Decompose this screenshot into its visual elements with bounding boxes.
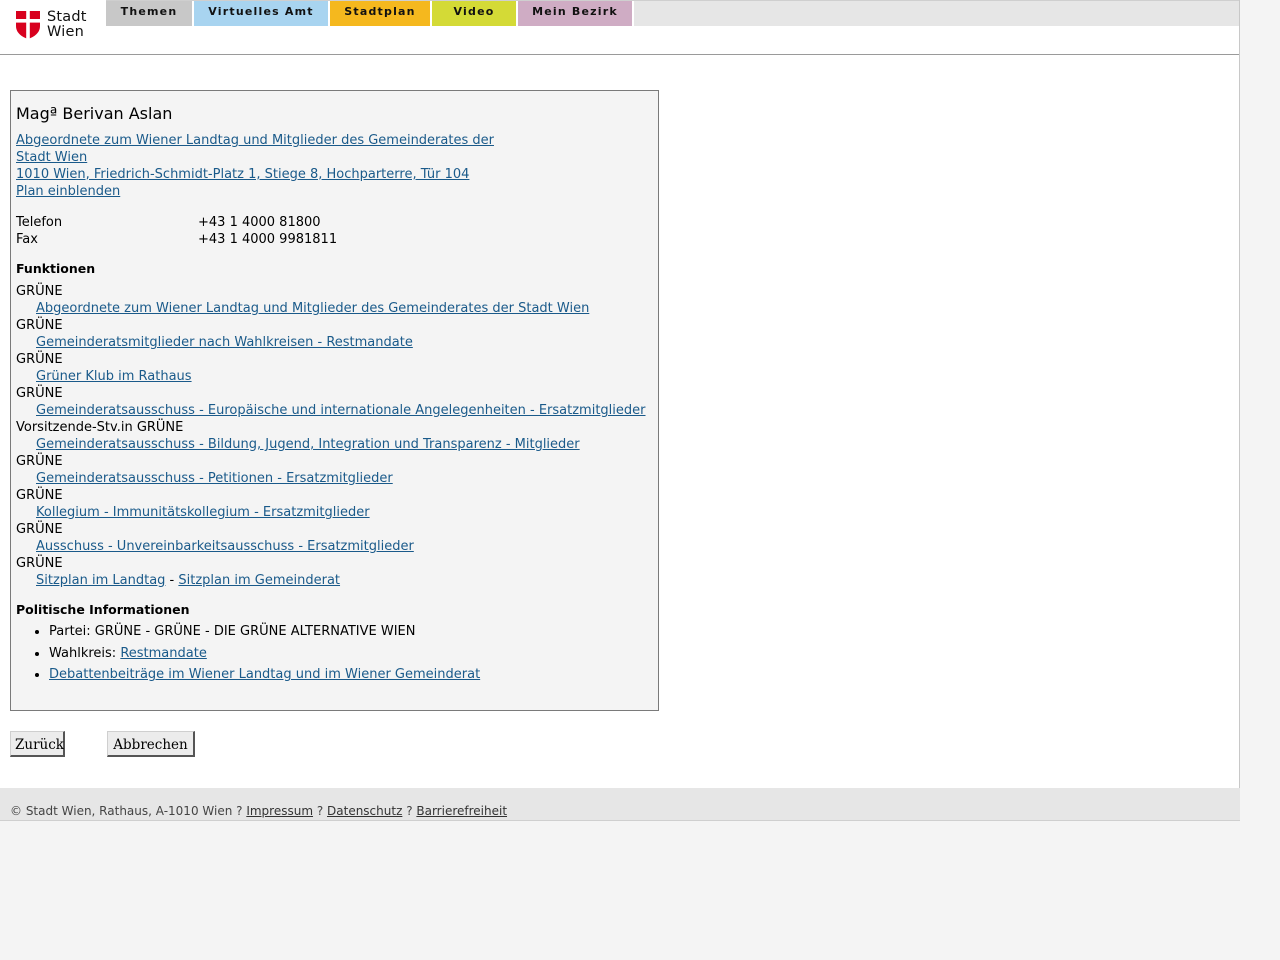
logo-wordmark: Stadt Wien [47, 10, 87, 40]
stadt-wien-logo[interactable]: Stadt Wien [16, 10, 92, 44]
footer-separator: ? [313, 804, 328, 818]
function-org-link[interactable]: Grüner Klub im Rathaus [36, 369, 192, 384]
organization-link-line-2[interactable]: Stadt Wien [16, 149, 516, 166]
nav-tab-stadtplan[interactable]: Stadtplan [330, 1, 432, 26]
site-header: Stadt Wien Themen Virtuelles Amt Stadtpl… [0, 0, 1239, 55]
phone-label: Telefon [16, 215, 63, 230]
person-detail-panel: Magª Berivan Aslan Abgeordnete zum Wiene… [10, 90, 659, 711]
person-name: Magª Berivan Aslan [16, 104, 173, 123]
function-org-link[interactable]: Gemeinderatsausschuss - Europäische und … [36, 403, 646, 418]
nav-tab-video[interactable]: Video [432, 1, 518, 26]
function-role: GRÜNE [16, 488, 63, 503]
debates-link[interactable]: Debattenbeiträge im Wiener Landtag und i… [49, 667, 480, 682]
page: Stadt Wien Themen Virtuelles Amt Stadtpl… [0, 0, 1240, 821]
footer-separator: ? [402, 804, 417, 818]
functions-list: GRÜNE Abgeordnete zum Wiener Landtag und… [16, 283, 656, 589]
function-org-link[interactable]: Gemeinderatsausschuss - Petitionen - Ers… [36, 471, 393, 486]
phone-row: Telefon +43 1 4000 81800 [16, 214, 337, 231]
function-role: GRÜNE [16, 522, 63, 537]
function-role: GRÜNE [16, 386, 63, 401]
district-item: Wahlkreis: Restmandate [49, 643, 480, 665]
function-org-link[interactable]: Gemeinderatsmitglieder nach Wahlkreisen … [36, 335, 413, 350]
footer-accessibility-link[interactable]: Barrierefreiheit [416, 804, 507, 818]
cancel-button[interactable]: Abbrechen [107, 731, 195, 757]
function-role: Vorsitzende-Stv.in GRÜNE [16, 420, 184, 435]
function-org-link[interactable]: Abgeordnete zum Wiener Landtag und Mitgl… [36, 301, 589, 316]
seating-separator: - [165, 573, 179, 588]
footer-imprint-link[interactable]: Impressum [246, 804, 313, 818]
seating-plan-landtag-link[interactable]: Sitzplan im Landtag [36, 573, 165, 588]
site-footer: © Stadt Wien, Rathaus, A-1010 Wien ? Imp… [0, 788, 1240, 821]
functions-heading: Funktionen [16, 261, 96, 276]
nav-tab-themen[interactable]: Themen [106, 1, 194, 26]
back-button[interactable]: Zurück [10, 731, 65, 757]
function-role: GRÜNE [16, 284, 63, 299]
seating-plan-gemeinderat-link[interactable]: Sitzplan im Gemeinderat [178, 573, 340, 588]
logo-line-1: Stadt [47, 9, 87, 25]
function-role: GRÜNE [16, 352, 63, 367]
politics-list: Partei: GRÜNE - GRÜNE - DIE GRÜNE ALTERN… [16, 621, 480, 686]
politics-heading: Politische Informationen [16, 602, 190, 617]
fax-row: Fax +43 1 4000 9981811 [16, 231, 337, 248]
function-org-link[interactable]: Kollegium - Immunitätskollegium - Ersatz… [36, 505, 370, 520]
function-org-link[interactable]: Ausschuss - Unvereinbarkeitsausschuss - … [36, 539, 414, 554]
contact-block: Telefon +43 1 4000 81800 Fax +43 1 4000 … [16, 214, 337, 248]
function-role: GRÜNE [16, 454, 63, 469]
main-navigation: Themen Virtuelles Amt Stadtplan Video Me… [106, 1, 634, 26]
phone-value: +43 1 4000 81800 [198, 215, 321, 230]
show-map-link[interactable]: Plan einblenden [16, 183, 516, 200]
district-link[interactable]: Restmandate [120, 646, 207, 661]
function-org-link[interactable]: Gemeinderatsausschuss - Bildung, Jugend,… [36, 437, 580, 452]
debates-item: Debattenbeiträge im Wiener Landtag und i… [49, 664, 480, 686]
footer-privacy-link[interactable]: Datenschutz [327, 804, 402, 818]
district-label: Wahlkreis: [49, 645, 121, 661]
function-role: GRÜNE [16, 556, 63, 571]
fax-value: +43 1 4000 9981811 [198, 232, 338, 247]
party-item: Partei: GRÜNE - GRÜNE - DIE GRÜNE ALTERN… [49, 621, 480, 643]
address-link[interactable]: 1010 Wien, Friedrich-Schmidt-Platz 1, St… [16, 166, 516, 183]
nav-tab-virtuelles-amt[interactable]: Virtuelles Amt [194, 1, 330, 26]
footer-copyright: © Stadt Wien, Rathaus, A-1010 Wien ? [10, 804, 247, 818]
address-block: Abgeordnete zum Wiener Landtag und Mitgl… [16, 132, 516, 200]
organization-link-line-1[interactable]: Abgeordnete zum Wiener Landtag und Mitgl… [16, 132, 516, 149]
fax-label: Fax [16, 232, 38, 247]
vienna-shield-icon [16, 11, 40, 39]
nav-tab-mein-bezirk[interactable]: Mein Bezirk [518, 1, 634, 26]
function-role: GRÜNE [16, 318, 63, 333]
logo-line-2: Wien [47, 24, 84, 40]
seating-plan-links: Sitzplan im Landtag - Sitzplan im Gemein… [16, 572, 656, 589]
